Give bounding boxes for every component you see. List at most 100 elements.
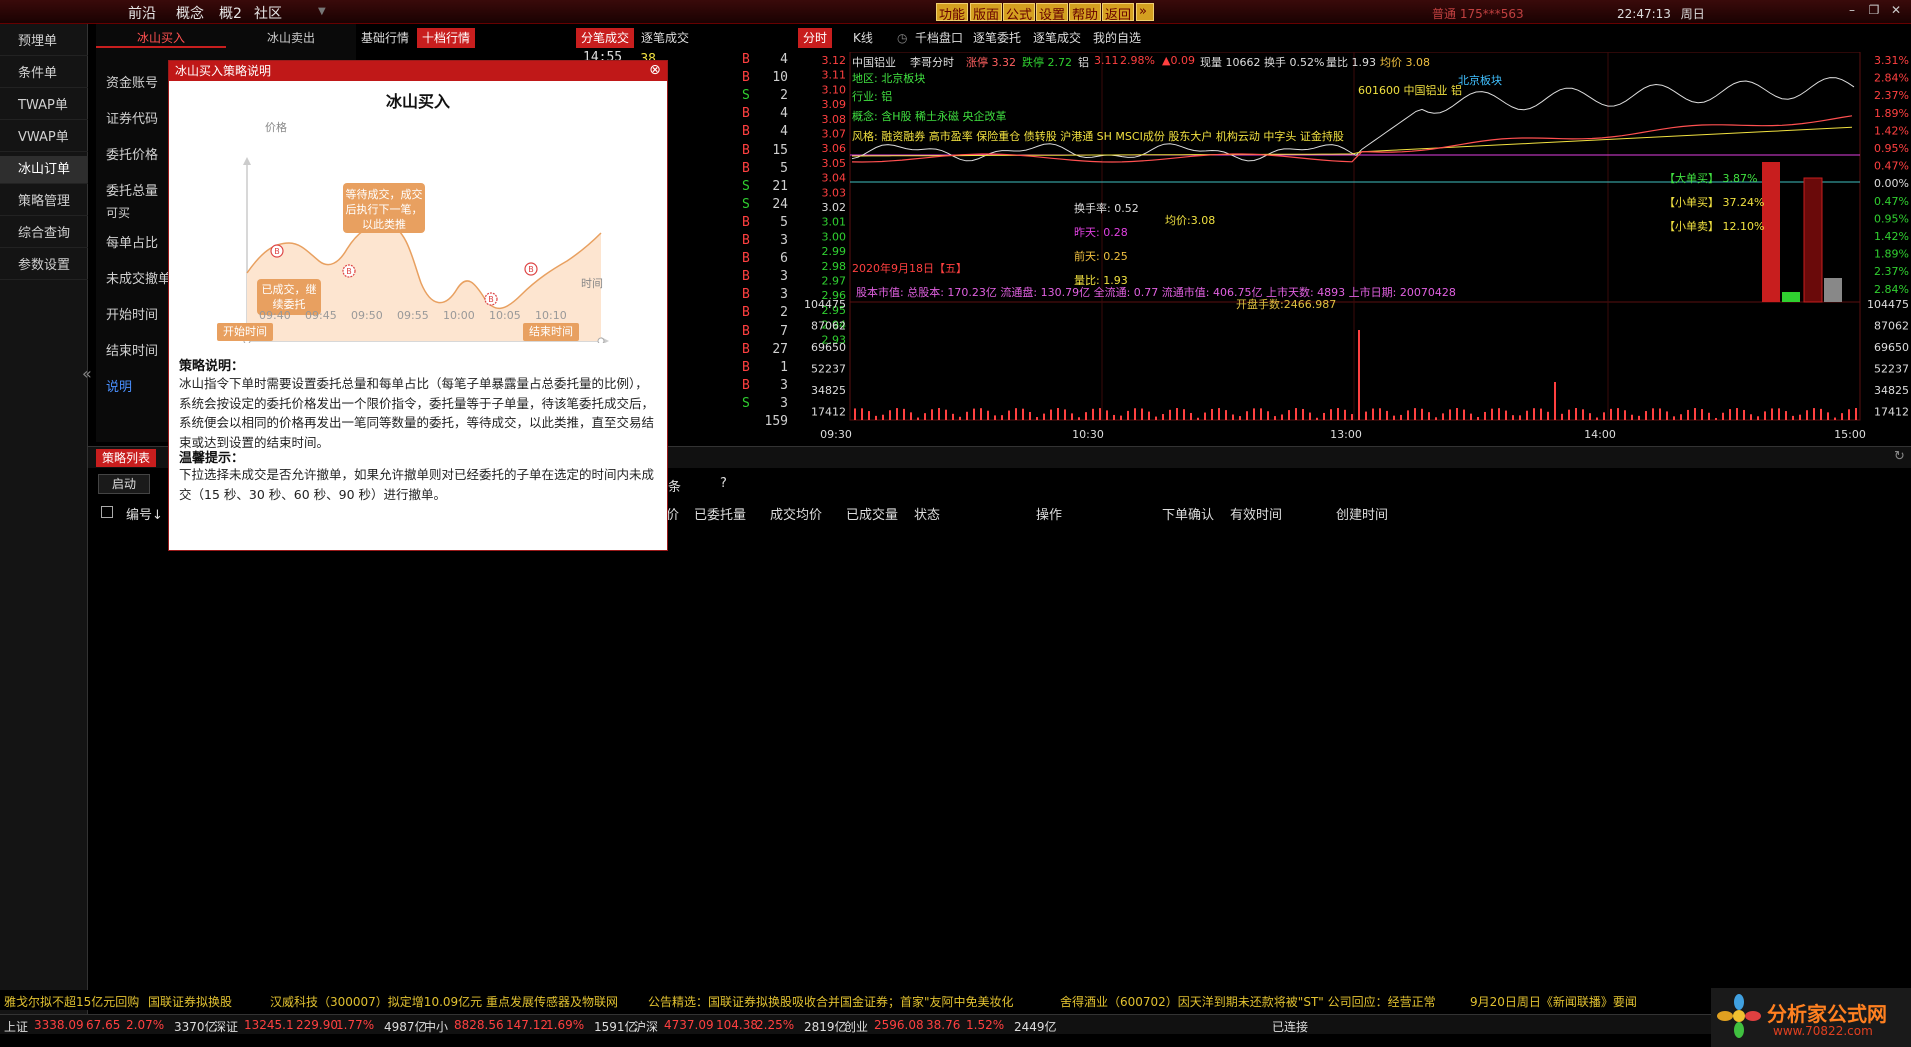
trade-side: B xyxy=(742,269,750,285)
refresh-icon[interactable]: ↻ xyxy=(1894,449,1905,464)
col-valid-time[interactable]: 有效时间 xyxy=(1230,504,1282,523)
nav-query[interactable]: 综合查询 xyxy=(0,220,88,248)
index-value: 4737.09 xyxy=(664,1018,714,1032)
quote-tab-bar: 基础行情 十档行情 分笔成交 逐笔成交 xyxy=(354,0,798,52)
pct-tick: 1.42% xyxy=(1874,124,1909,137)
news-item[interactable]: 舍得酒业（600702）因天洋到期未还款将被"ST" 公司回应：经营正常 xyxy=(1060,993,1436,1010)
news-ticker[interactable]: 雅戈尔拟不超15亿元回购 国联证券拟换股 汉威科技（300007）拟定增10.0… xyxy=(0,990,1711,1010)
trade-count: 10 xyxy=(772,70,788,86)
more-label[interactable]: 条 xyxy=(668,476,681,495)
end-time-tag: 结束时间 xyxy=(523,323,579,341)
col-filled[interactable]: 已成交量 xyxy=(846,504,898,523)
tab-order-trades[interactable]: 逐笔成交 xyxy=(636,28,694,48)
open-volume: 开盘手数:2466.987 xyxy=(1236,298,1337,311)
col-avg-price[interactable]: 成交均价 xyxy=(770,504,822,523)
board-tag: 北京板块 xyxy=(1458,74,1502,87)
index-value: 2596.08 xyxy=(874,1018,924,1032)
volume-tick: 17412 xyxy=(1874,406,1909,419)
volume-bar xyxy=(1666,411,1668,420)
tab-basic-quote[interactable]: 基础行情 xyxy=(356,28,414,48)
nav-conditional[interactable]: 条件单 xyxy=(0,60,88,88)
col-operation[interactable]: 操作 xyxy=(1036,504,1062,523)
tool-layout[interactable]: 版面 xyxy=(970,3,1003,23)
time-tick: 10:10 xyxy=(535,309,567,322)
dropdown-caret-icon[interactable]: ▼ xyxy=(318,6,326,17)
tab-kline[interactable]: K线 xyxy=(848,28,878,48)
pct-tick: 0.95% xyxy=(1874,142,1909,155)
news-item[interactable]: 汉威科技（300007）拟定增10.09亿元 重点发展传感器及物联网 xyxy=(270,993,618,1010)
tab-depth[interactable]: 千档盘口 xyxy=(910,28,968,48)
col-created[interactable]: 创建时间 xyxy=(1336,504,1388,523)
volume-bar xyxy=(1141,408,1143,420)
start-button[interactable]: 启动 xyxy=(98,474,150,494)
nav-strategy-mgmt[interactable]: 策略管理 xyxy=(0,188,88,216)
help-link[interactable]: 说明 xyxy=(106,376,132,395)
pct-tick: 2.84% xyxy=(1874,283,1909,296)
news-item[interactable]: 9月20日周日《新闻联播》要闻 xyxy=(1470,993,1637,1010)
volume-bar xyxy=(1029,411,1031,420)
volume-bar xyxy=(1617,408,1619,420)
tab-order-book[interactable]: 逐笔委托 xyxy=(968,28,1026,48)
volume-bar xyxy=(966,411,968,420)
maximize-icon[interactable]: ❐ xyxy=(1866,3,1882,19)
col-id[interactable]: 编号↓ xyxy=(126,504,163,523)
volume-bar xyxy=(924,413,926,420)
volume-bar xyxy=(1414,408,1416,420)
menu-qianyan[interactable]: 前沿 xyxy=(128,3,156,23)
tab-trade-book[interactable]: 逐笔成交 xyxy=(1028,28,1086,48)
col-status[interactable]: 状态 xyxy=(914,504,940,523)
volume-bar xyxy=(1603,412,1605,420)
tab-iceberg-sell[interactable]: 冰山卖出 xyxy=(226,28,356,48)
tab-tick-trades[interactable]: 分笔成交 xyxy=(576,28,635,48)
close-icon[interactable]: ⊗ xyxy=(647,62,663,78)
minimize-icon[interactable]: – xyxy=(1844,3,1860,19)
volume-bar xyxy=(1659,408,1661,420)
time-tick: 15:00 xyxy=(1834,428,1866,441)
connection-status[interactable]: 已连接 xyxy=(1272,1018,1308,1035)
volume-bar xyxy=(1582,409,1584,420)
col-ordered[interactable]: 已委托量 xyxy=(694,504,746,523)
tab-strategy-list[interactable]: 策略列表 xyxy=(96,449,157,467)
chart-change: ▲0.09 xyxy=(1162,54,1195,67)
collapse-chevron-icon[interactable]: « xyxy=(82,364,92,383)
nav-preorder[interactable]: 预埋单 xyxy=(0,28,88,56)
volume-bar xyxy=(952,413,954,420)
tab-watchlist[interactable]: 我的自选 xyxy=(1088,28,1146,48)
volume-bar xyxy=(1085,412,1087,420)
news-item[interactable]: 国联证券拟换股 xyxy=(148,993,232,1010)
volume-bar xyxy=(1736,408,1738,420)
nav-twap[interactable]: TWAP单 xyxy=(0,92,88,120)
tab-iceberg-buy[interactable]: 冰山买入 xyxy=(96,28,226,48)
tool-formula[interactable]: 公式 xyxy=(1003,3,1036,23)
news-item[interactable]: 雅戈尔拟不超15亿元回购 xyxy=(4,993,139,1010)
menu-gainian[interactable]: 概念 xyxy=(176,3,204,23)
help-icon[interactable]: ? xyxy=(720,476,727,491)
select-all-checkbox[interactable] xyxy=(101,506,113,518)
label-end-time: 结束时间 xyxy=(106,344,159,359)
tool-settings[interactable]: 设置 xyxy=(1036,3,1069,23)
tool-function[interactable]: 功能 xyxy=(936,3,969,23)
tab-intraday[interactable]: 分时 xyxy=(798,28,833,48)
nav-params[interactable]: 参数设置 xyxy=(0,252,88,280)
tool-back[interactable]: 返回 xyxy=(1102,3,1135,23)
more-tools-icon[interactable]: » xyxy=(1136,3,1154,21)
price-tick: 3.10 xyxy=(822,83,847,96)
volume-bar xyxy=(1470,413,1472,420)
menu-shequ[interactable]: 社区 xyxy=(254,3,282,23)
tab-level10-quote[interactable]: 十档行情 xyxy=(417,28,476,48)
tool-help[interactable]: 帮助 xyxy=(1069,3,1102,23)
intraday-chart[interactable]: 3.12 3.11 3.10 3.09 3.08 3.07 3.06 3.05 3.04 3.03… xyxy=(798,51,1911,442)
volume-bar xyxy=(1001,415,1003,420)
nav-vwap[interactable]: VWAP单 xyxy=(0,124,88,152)
account-label[interactable]: 普通 175***563 xyxy=(1432,5,1524,22)
index-name: 上证 xyxy=(4,1020,29,1034)
info-concept: 概念: 含H股 稀土永磁 央企改革 xyxy=(852,110,1007,123)
nav-iceberg[interactable]: 冰山订单 xyxy=(0,156,88,184)
volume-tick: 69650 xyxy=(811,341,846,354)
col-confirm[interactable]: 下单确认 xyxy=(1162,504,1214,523)
close-window-icon[interactable]: ✕ xyxy=(1888,3,1904,19)
news-item[interactable]: 公告精选：国联证券拟换股吸收合并国金证券；首家"友阿中免美妆化 xyxy=(648,993,1014,1010)
volume-bar xyxy=(1232,414,1234,420)
menu-gai2[interactable]: 概2 xyxy=(219,3,242,23)
pct-tick: 1.89% xyxy=(1874,248,1909,261)
